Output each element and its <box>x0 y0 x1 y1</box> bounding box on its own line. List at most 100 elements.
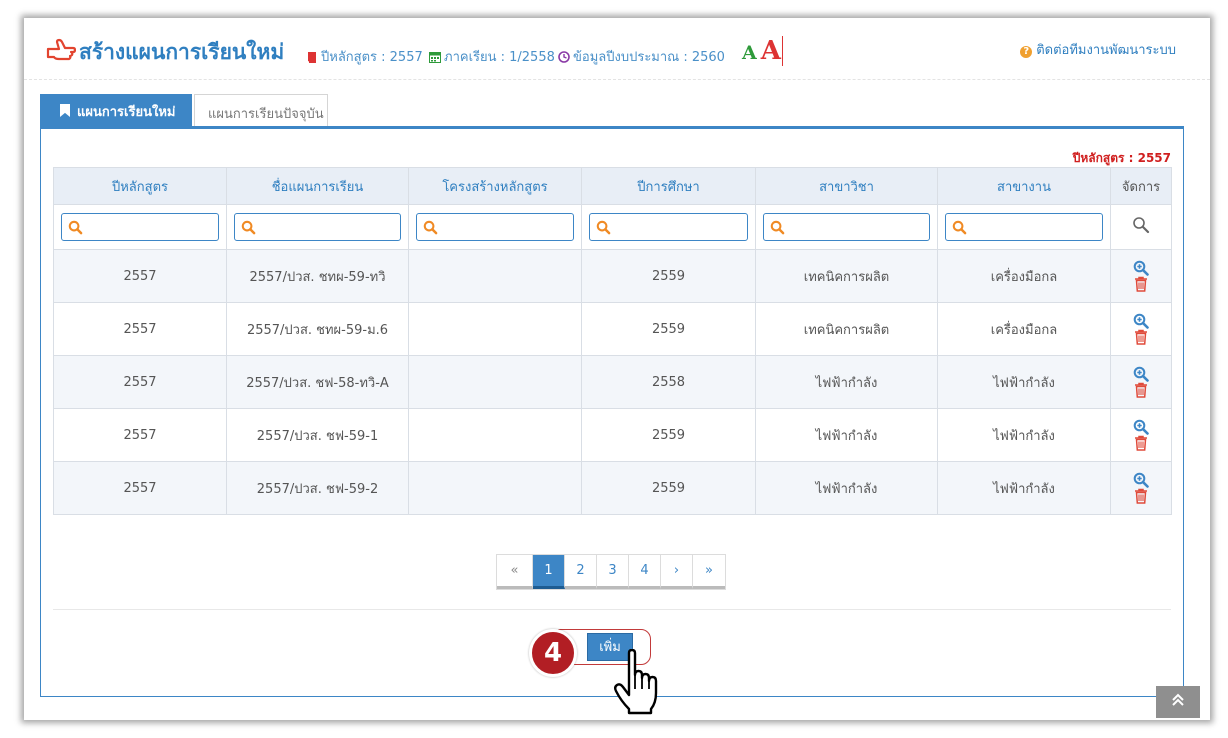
search-icon <box>68 220 83 235</box>
cell-academic-year: 2558 <box>581 355 756 409</box>
hand-cursor-icon <box>614 649 658 715</box>
pagination-next-button[interactable]: › <box>661 555 693 589</box>
curriculum-year-text: ปีหลักสูตร : 2557 <box>321 50 423 65</box>
table-header-row: ปีหลักสูตร ชื่อแผนการเรียน โครงสร้างหลัก… <box>53 167 1172 205</box>
cell-plan-name: 2557/ปวส. ชฟ-58-ทวิ-A <box>226 355 409 409</box>
bookmark-icon <box>60 104 70 117</box>
cell-actions <box>1110 461 1172 515</box>
budget-year-text: ข้อมูลปีงบประมาณ : 2560 <box>573 50 725 65</box>
filter-row <box>53 204 1172 250</box>
trash-icon[interactable] <box>1134 488 1148 504</box>
table-row: 2557 2557/ปวส. ชฟ-58-ทวิ-A 2558 ไฟฟ้ากำลังไ… <box>53 355 1172 409</box>
page-title: สร้างแผนการเรียนใหม่ <box>79 40 285 64</box>
plan-table: ปีหลักสูตร ชื่อแผนการเรียน โครงสร้างหลัก… <box>53 167 1172 515</box>
semester-text: ภาคเรียน : 1/2558 <box>444 50 555 65</box>
cell-curriculum-structure <box>408 355 582 409</box>
cell-field: ไฟฟ้ากำลัง <box>937 461 1111 515</box>
pagination-first-button[interactable]: « <box>497 555 533 589</box>
zoom-in-icon[interactable] <box>1133 260 1149 276</box>
trash-icon[interactable] <box>1134 382 1148 398</box>
cell-curriculum-structure <box>408 302 582 356</box>
calendar-icon <box>429 52 441 63</box>
cell-actions <box>1110 302 1172 356</box>
cell-academic-year: 2559 <box>581 249 756 303</box>
column-header-field[interactable]: สาขางาน <box>937 167 1111 205</box>
trash-icon[interactable] <box>1134 329 1148 345</box>
zoom-in-icon[interactable] <box>1133 313 1149 329</box>
column-header-academic-year[interactable]: ปีการศึกษา <box>581 167 756 205</box>
search-icon <box>952 220 967 235</box>
cell-curriculum-structure <box>408 249 582 303</box>
filter-curriculum-year-input[interactable] <box>60 213 220 241</box>
hand-pointer-icon <box>46 38 76 61</box>
cell-plan-name: 2557/ปวส. ชฟ-59-2 <box>226 461 409 515</box>
cell-field: เครื่องมือกล <box>937 302 1111 356</box>
table-row: 2557 2557/ปวส. ชฟ-59-1 2559 ไฟฟ้ากำลัง ไฟฟ้า… <box>53 408 1172 462</box>
filter-curriculum-structure-input[interactable] <box>415 213 575 241</box>
pagination-page-4[interactable]: 4 <box>629 555 661 589</box>
column-header-manage: จัดการ <box>1110 167 1172 205</box>
cell-plan-name: 2557/ปวส. ชทผ-59-ทวิ <box>226 249 409 303</box>
cell-field: ไฟฟ้ากำลัง <box>937 408 1111 462</box>
column-header-curriculum-year[interactable]: ปีหลักสูตร <box>53 167 227 205</box>
cell-department: เทคนิคการผลิต <box>755 249 938 303</box>
search-all-icon[interactable] <box>1132 216 1150 234</box>
tab-new-plan[interactable]: แผนการเรียนใหม่ <box>40 94 192 128</box>
column-header-curriculum-structure[interactable]: โครงสร้างหลักสูตร <box>408 167 582 205</box>
cell-curriculum-year: 2557 <box>53 249 227 303</box>
filter-cell <box>937 204 1111 250</box>
filter-cell <box>581 204 756 250</box>
tab-current-plan[interactable]: แผนการเรียนปัจจุบัน <box>194 94 328 128</box>
pagination-page-2[interactable]: 2 <box>565 555 597 589</box>
cell-actions <box>1110 408 1172 462</box>
double-chevron-up-icon <box>1172 693 1184 706</box>
table-row: 2557 2557/ปวส. ชทผ-59-ทวิ 2559 เทคนิคการผลิ… <box>53 249 1172 303</box>
cell-field: เครื่องมือกล <box>937 249 1111 303</box>
font-decrease-button[interactable]: A <box>742 42 757 64</box>
cell-curriculum-year: 2557 <box>53 408 227 462</box>
pagination-last-button[interactable]: » <box>693 555 725 589</box>
cell-department: ไฟฟ้ากำลัง <box>755 408 938 462</box>
trash-icon[interactable] <box>1134 435 1148 451</box>
trash-icon[interactable] <box>1134 276 1148 292</box>
search-icon <box>241 220 256 235</box>
filter-academic-year-input[interactable] <box>588 213 749 241</box>
filter-field-input[interactable] <box>944 213 1104 241</box>
filter-cell <box>408 204 582 250</box>
cell-department: ไฟฟ้ากำลัง <box>755 461 938 515</box>
tab-current-plan-label: แผนการเรียนปัจจุบัน <box>208 107 324 122</box>
step-number-badge: 4 <box>529 629 577 677</box>
column-header-department[interactable]: สาขาวิชา <box>755 167 938 205</box>
font-increase-button[interactable]: A <box>760 36 783 66</box>
row-actions <box>1111 313 1171 345</box>
scroll-to-top-button[interactable] <box>1156 686 1200 718</box>
cell-academic-year: 2559 <box>581 302 756 356</box>
pagination-page-1[interactable]: 1 <box>533 555 565 589</box>
curriculum-year-info: ปีหลักสูตร : 2557 <box>306 46 423 67</box>
cell-curriculum-year: 2557 <box>53 302 227 356</box>
zoom-in-icon[interactable] <box>1133 472 1149 488</box>
filter-cell <box>755 204 938 250</box>
tab-new-plan-label: แผนการเรียนใหม่ <box>77 105 176 120</box>
contact-dev-team-link[interactable]: ? ติดต่อทีมงานพัฒนาระบบ <box>1020 39 1176 60</box>
cell-department: เทคนิคการผลิต <box>755 302 938 356</box>
filter-department-input[interactable] <box>763 213 930 241</box>
cell-academic-year: 2559 <box>581 408 756 462</box>
budget-year-info: ข้อมูลปีงบประมาณ : 2560 <box>558 46 725 67</box>
cell-field: ไฟฟ้ากำลัง <box>937 355 1111 409</box>
cell-plan-name: 2557/ปวส. ชฟ-59-1 <box>226 408 409 462</box>
curriculum-year-badge: ปีหลักสูตร : 2557 <box>1072 151 1171 165</box>
filter-plan-name-input[interactable] <box>234 213 401 241</box>
cell-department: ไฟฟ้ากำลัง <box>755 355 938 409</box>
filter-cell <box>226 204 409 250</box>
pagination-page-3[interactable]: 3 <box>597 555 629 589</box>
zoom-in-icon[interactable] <box>1133 419 1149 435</box>
cell-curriculum-year: 2557 <box>53 461 227 515</box>
search-icon <box>423 220 438 235</box>
column-header-plan-name[interactable]: ชื่อแผนการเรียน <box>226 167 409 205</box>
question-circle-icon: ? <box>1020 46 1033 58</box>
table-row: 2557 2557/ปวส. ชฟ-59-2 2559 ไฟฟ้ากำลัง ไฟฟ้า… <box>53 461 1172 515</box>
table-row: 2557 2557/ปวส. ชทผ-59-ม.6 2559 เทคนิคการผลิ… <box>53 302 1172 356</box>
zoom-in-icon[interactable] <box>1133 366 1149 382</box>
row-actions <box>1111 366 1171 398</box>
